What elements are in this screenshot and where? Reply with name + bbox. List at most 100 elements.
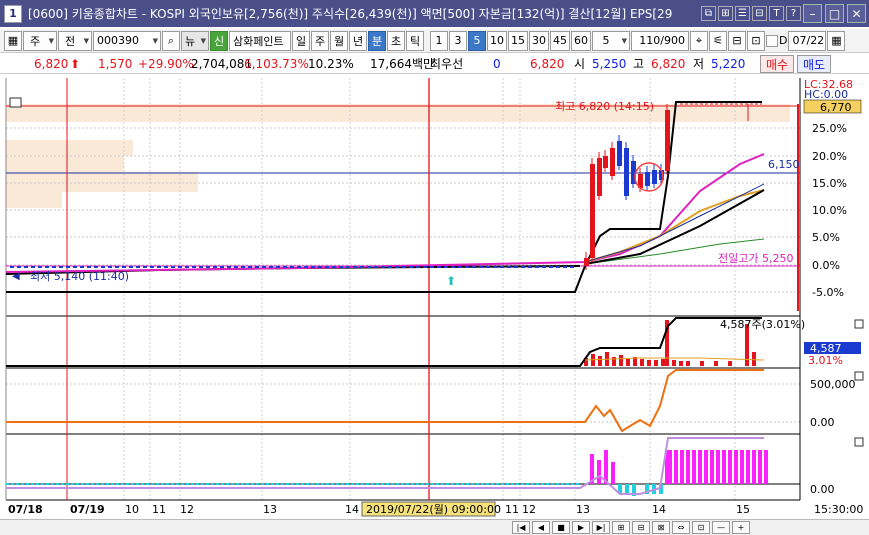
interval-1[interactable]: 1 — [430, 30, 448, 51]
obv-panel-close-icon[interactable] — [854, 371, 864, 381]
best-quote-price: 6,820 — [530, 56, 565, 71]
buy-button[interactable]: 매수 — [760, 55, 794, 73]
period-tick[interactable]: 틱 — [406, 30, 424, 51]
search-icon[interactable]: ⌕ — [162, 30, 180, 51]
current-price-box-text: 6,770 — [820, 101, 852, 114]
x-axis-label: 13 — [263, 503, 277, 516]
date-input[interactable]: 07/22 — [788, 30, 827, 51]
news-button[interactable]: 뉴 — [181, 30, 209, 51]
nav-button[interactable]: ⊠ — [652, 521, 670, 534]
minimize-button[interactable]: – — [803, 4, 822, 23]
grid-menu-icon[interactable]: ▦ — [4, 30, 22, 51]
macd-bar-small — [466, 483, 469, 485]
volume-panel-close-icon[interactable] — [854, 319, 864, 329]
price-change: 1,570 — [98, 56, 133, 71]
close-button[interactable]: ✕ — [847, 4, 866, 23]
price-axis-label: 20.0% — [812, 150, 847, 163]
interval-combo[interactable]: 5 — [592, 30, 630, 51]
date-checkbox[interactable] — [766, 34, 778, 47]
interval-45[interactable]: 45 — [550, 30, 570, 51]
obv-panel — [6, 368, 800, 434]
interval-15[interactable]: 15 — [508, 30, 528, 51]
volume-bar — [672, 360, 676, 366]
save-icon[interactable]: ⊟ — [728, 30, 746, 51]
macd-bar-small — [171, 483, 174, 485]
period-week[interactable]: 주 — [311, 30, 329, 51]
chart-svg[interactable]: 최고 6,820 (14:15) 최저 5,140 (11:40) ◀ 전일고가… — [0, 76, 869, 519]
period-year[interactable]: 년 — [349, 30, 367, 51]
macd-bar-small — [501, 483, 504, 485]
x-axis-label: 13 — [576, 503, 590, 516]
current-price: 6,820 — [34, 56, 69, 71]
interval-60[interactable]: 60 — [571, 30, 591, 51]
nav-button[interactable]: — — [712, 521, 730, 534]
macd-bar-small — [156, 483, 159, 485]
macd-bar-small — [506, 483, 509, 485]
help-icon[interactable]: ? — [786, 6, 801, 21]
layout-icon[interactable]: ⊟ — [752, 6, 767, 21]
count-input[interactable]: 110/900 — [631, 30, 689, 51]
macd-bar — [611, 462, 615, 484]
period-month[interactable]: 월 — [330, 30, 348, 51]
macd-bar-small — [526, 483, 529, 485]
type-select[interactable]: 전 — [58, 30, 92, 51]
volume-bar — [640, 359, 644, 366]
macd-bar-small — [531, 483, 534, 485]
drawing-tool-icon[interactable]: ⚟ — [709, 30, 727, 51]
nav-button[interactable]: ■ — [552, 521, 570, 534]
nav-button[interactable]: ⊡ — [692, 521, 710, 534]
price-axis-label: -5.0% — [812, 286, 844, 299]
interval-30[interactable]: 30 — [529, 30, 549, 51]
interval-5[interactable]: 5 — [468, 30, 486, 51]
macd-bar — [704, 450, 708, 484]
macd-bar — [758, 450, 762, 484]
bottom-bar: |◀ ◀ ■ ▶ ▶| ⊞ ⊟ ⊠ ⇔ ⊡ — + — [0, 519, 869, 535]
macd-bar-small — [46, 483, 49, 485]
calendar-icon[interactable]: ▦ — [827, 30, 846, 51]
crosshair-icon[interactable]: ⌖ — [690, 30, 708, 51]
menu-icon[interactable]: ☰ — [735, 6, 750, 21]
interval-3[interactable]: 3 — [449, 30, 467, 51]
macd-bar-small — [231, 483, 234, 485]
candle-small — [94, 266, 98, 268]
macd-bar-small — [301, 483, 304, 485]
candle-small — [528, 266, 532, 268]
stock-code-input[interactable]: 000390 — [93, 30, 161, 51]
candle-small — [395, 266, 399, 268]
text-size-icon[interactable]: T — [769, 6, 784, 21]
nav-button[interactable]: ◀ — [532, 521, 550, 534]
nav-button[interactable]: ⇔ — [672, 521, 690, 534]
candle-small — [563, 266, 567, 268]
candle-small — [66, 266, 70, 268]
nav-button[interactable]: + — [732, 521, 750, 534]
link-icon[interactable]: ⧉ — [701, 6, 716, 21]
settings-icon[interactable]: ⊡ — [747, 30, 765, 51]
period-day[interactable]: 일 — [292, 30, 310, 51]
period-minute[interactable]: 분 — [368, 30, 386, 51]
macd-bar — [680, 450, 684, 484]
nav-button[interactable]: ▶| — [592, 521, 610, 534]
stock-name: 삼화페인트 — [229, 30, 291, 51]
macd-bar-small — [291, 483, 294, 485]
nav-button[interactable]: ⊟ — [632, 521, 650, 534]
nav-button[interactable]: |◀ — [512, 521, 530, 534]
maximize-button[interactable]: □ — [825, 4, 844, 23]
candle — [652, 170, 657, 184]
macd-bar-small — [381, 483, 384, 485]
chart-settings-icon[interactable] — [9, 97, 22, 108]
sell-button[interactable]: 매도 — [797, 55, 831, 73]
macd-panel-close-icon[interactable] — [854, 437, 864, 447]
candle-small — [346, 266, 350, 268]
nav-button[interactable]: ⊞ — [612, 521, 630, 534]
nav-button[interactable]: ▶ — [572, 521, 590, 534]
interval-10[interactable]: 10 — [487, 30, 507, 51]
high-annotation: 최고 6,820 (14:15) — [555, 100, 654, 113]
period-second[interactable]: 초 — [387, 30, 405, 51]
volume-bar — [612, 357, 616, 366]
grid-icon[interactable]: ⊞ — [718, 6, 733, 21]
market-select[interactable]: 주 — [23, 30, 57, 51]
candle-small — [164, 266, 168, 268]
macd-bar-small — [416, 483, 419, 485]
chart-area[interactable]: 최고 6,820 (14:15) 최저 5,140 (11:40) ◀ 전일고가… — [0, 76, 869, 519]
new-badge[interactable]: 신 — [210, 30, 228, 51]
